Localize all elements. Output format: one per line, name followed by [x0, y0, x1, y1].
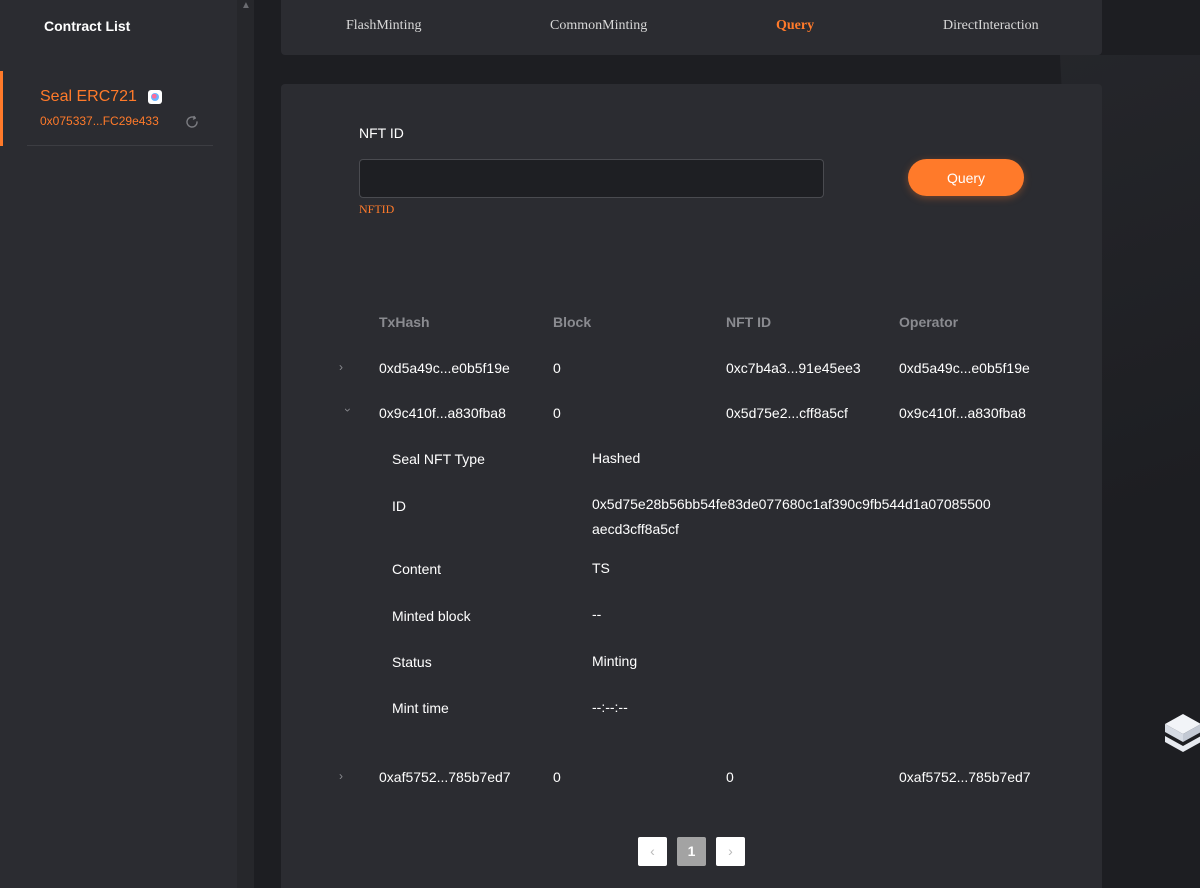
cell-operator: 0x9c410f...a830fba8: [899, 405, 1026, 421]
cell-txhash: 0xd5a49c...e0b5f19e: [379, 360, 510, 376]
table-row[interactable]: › 0xd5a49c...e0b5f19e 0 0xc7b4a3...91e45…: [281, 359, 1102, 405]
detail-id-value-line1: 0x5d75e28b56bb54fe83de077680c1af390c9fb5…: [592, 496, 991, 512]
chevron-right-icon[interactable]: ›: [339, 360, 351, 376]
column-header-txhash: TxHash: [379, 314, 430, 330]
nft-id-label: NFT ID: [359, 125, 404, 141]
cell-block: 0: [553, 360, 561, 376]
table-row[interactable]: › 0x9c410f...a830fba8 0 0x5d75e2...cff8a…: [281, 404, 1102, 450]
nft-id-hint: NFTID: [359, 202, 395, 216]
detail-mint-time-label: Mint time: [392, 700, 449, 716]
cell-block: 0: [553, 769, 561, 785]
tab-query[interactable]: Query: [776, 18, 814, 34]
detail-id-value-line2: aecd3cff8a5cf: [592, 521, 679, 537]
chevron-down-icon[interactable]: ›: [339, 408, 355, 420]
layers-cube-icon[interactable]: [1163, 712, 1200, 762]
app-root: Contract List Seal ERC721 0x075337...FC2…: [0, 0, 1200, 888]
query-button[interactable]: Query: [908, 159, 1024, 196]
column-header-block: Block: [553, 314, 592, 330]
sidebar: Contract List Seal ERC721 0x075337...FC2…: [0, 0, 237, 888]
nft-id-input[interactable]: [359, 159, 824, 198]
cell-txhash: 0xaf5752...785b7ed7: [379, 769, 511, 785]
column-header-nft-id: NFT ID: [726, 314, 772, 330]
contract-item-seal-erc721[interactable]: Seal ERC721 0x075337...FC29e433: [0, 71, 237, 146]
scroll-up-icon[interactable]: ▲: [241, 0, 251, 12]
tab-bar: FlashMinting CommonMinting Query DirectI…: [281, 0, 1102, 55]
detail-type-label: Seal NFT Type: [392, 451, 485, 467]
cell-block: 0: [553, 405, 561, 421]
detail-minted-block-value: --: [592, 606, 602, 622]
detail-id-label: ID: [392, 498, 406, 514]
active-indicator: [0, 71, 3, 146]
cell-nft-id: 0: [726, 769, 734, 785]
prev-page-button[interactable]: ‹: [638, 837, 667, 866]
cell-operator: 0xaf5752...785b7ed7: [899, 769, 1031, 785]
chevron-right-icon[interactable]: ›: [339, 769, 351, 785]
tab-common-minting[interactable]: CommonMinting: [550, 18, 647, 34]
tab-flash-minting[interactable]: FlashMinting: [346, 18, 421, 34]
detail-mint-time-value: --:--:--: [592, 699, 628, 715]
tab-direct-interaction[interactable]: DirectInteraction: [943, 18, 1039, 34]
contract-address: 0x075337...FC29e433: [40, 114, 159, 128]
cell-operator: 0xd5a49c...e0b5f19e: [899, 360, 1030, 376]
sidebar-scrollbar[interactable]: ▲: [237, 0, 254, 888]
sidebar-title: Contract List: [44, 18, 131, 34]
table-row[interactable]: › 0xaf5752...785b7ed7 0 0 0xaf5752...785…: [281, 768, 1102, 814]
cell-nft-id: 0xc7b4a3...91e45ee3: [726, 360, 861, 376]
query-panel: NFT ID NFTID Query TxHash Block NFT ID O…: [281, 84, 1102, 888]
cell-nft-id: 0x5d75e2...cff8a5cf: [726, 405, 848, 421]
column-header-operator: Operator: [899, 314, 959, 330]
contract-logo-icon: [148, 90, 162, 104]
page-number-button[interactable]: 1: [677, 837, 706, 866]
detail-content-label: Content: [392, 561, 442, 577]
refresh-icon[interactable]: [184, 114, 200, 130]
detail-type-value: Hashed: [592, 450, 641, 466]
detail-minted-block-label: Minted block: [392, 608, 471, 624]
divider: [27, 145, 213, 146]
detail-content-value: TS: [592, 560, 610, 576]
detail-status-value: Minting: [592, 653, 638, 669]
contract-name: Seal ERC721: [40, 88, 137, 105]
next-page-button[interactable]: ›: [716, 837, 745, 866]
detail-status-label: Status: [392, 654, 432, 670]
cell-txhash: 0x9c410f...a830fba8: [379, 405, 506, 421]
